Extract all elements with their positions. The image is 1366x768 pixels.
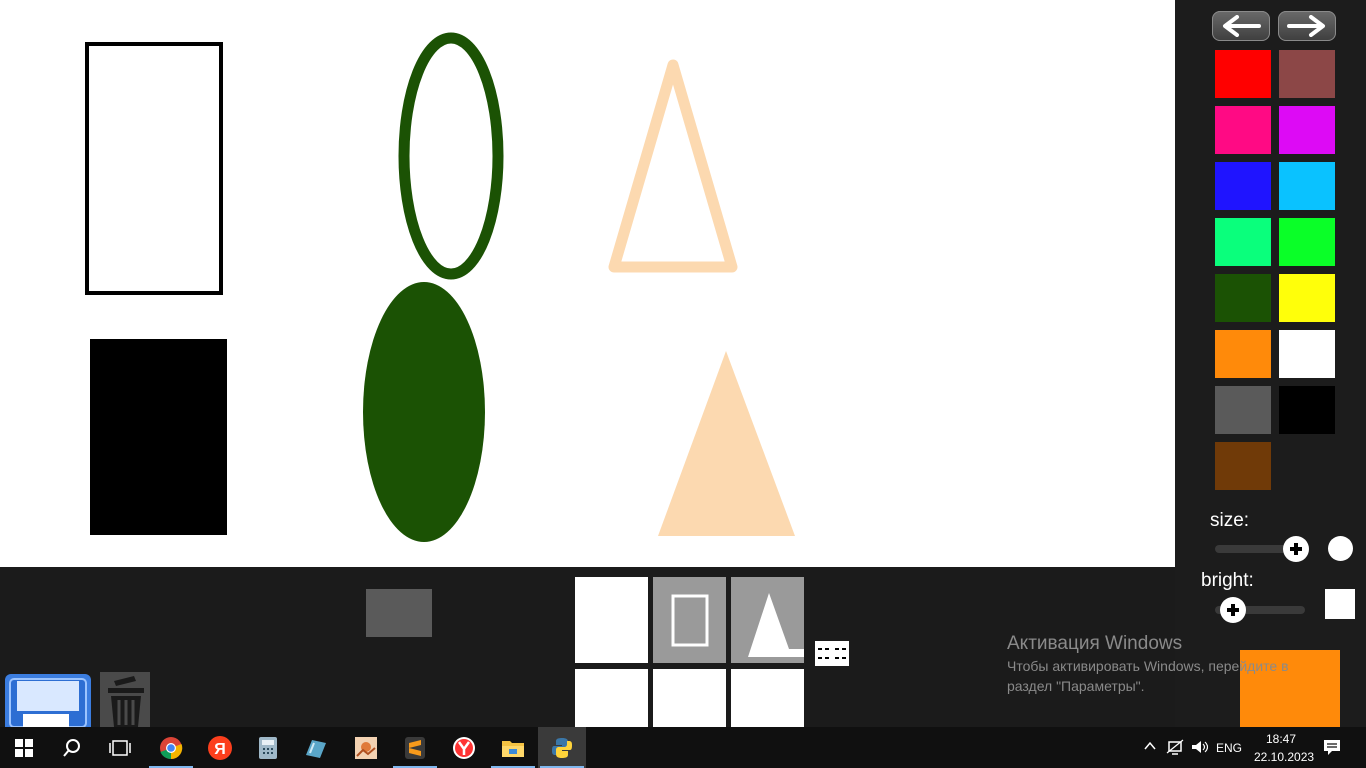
- svg-text:Я: Я: [214, 741, 226, 758]
- rectangle-icon: [671, 594, 709, 647]
- color-swatch[interactable]: [1279, 162, 1335, 210]
- image-viewer-taskbar-button[interactable]: [342, 727, 390, 768]
- tool-triangle[interactable]: [731, 577, 804, 663]
- bright-label: bright:: [1201, 570, 1254, 591]
- activation-line-1: Чтобы активировать Windows, перейдите в: [1007, 658, 1289, 674]
- outlined-rectangle[interactable]: [85, 42, 223, 295]
- activation-line-2: раздел "Параметры".: [1007, 678, 1145, 694]
- bright-preview-square: [1325, 589, 1355, 619]
- language-indicator[interactable]: ENG: [1216, 741, 1242, 755]
- yandex-taskbar-button[interactable]: Я: [196, 727, 244, 768]
- drawing-canvas[interactable]: [0, 0, 1175, 567]
- bright-slider-knob[interactable]: [1220, 597, 1246, 623]
- calculator-icon: [259, 736, 277, 759]
- action-center-icon: [1324, 740, 1340, 755]
- image-viewer-icon: [355, 736, 377, 759]
- network-icon[interactable]: [1166, 739, 1184, 760]
- yandex-browser-icon: [453, 736, 475, 759]
- trash-button[interactable]: [100, 672, 150, 727]
- filled-triangle[interactable]: [658, 351, 795, 536]
- color-swatch[interactable]: [1215, 274, 1271, 322]
- search-button[interactable]: [48, 727, 96, 768]
- clock-time[interactable]: 18:47: [1266, 732, 1296, 746]
- yandex-icon: Я: [208, 735, 232, 760]
- outlined-triangle[interactable]: [608, 59, 738, 273]
- tool-blank-4[interactable]: [731, 669, 804, 727]
- color-swatch[interactable]: [1215, 218, 1271, 266]
- forward-button[interactable]: [1278, 11, 1336, 41]
- plus-icon: [1290, 543, 1302, 555]
- plus-icon: [1227, 604, 1239, 616]
- back-button[interactable]: [1212, 11, 1270, 41]
- size-slider-knob[interactable]: [1283, 536, 1309, 562]
- floppy-disk-icon: [9, 678, 87, 728]
- windows-start-icon: [15, 738, 33, 757]
- color-swatch[interactable]: [1215, 442, 1271, 490]
- taskbar: Я ENG 18:47 22.10.2023: [0, 727, 1366, 768]
- fill-preview[interactable]: [366, 589, 432, 637]
- triangle-icon: [748, 593, 804, 657]
- python-taskbar-button[interactable]: [538, 727, 586, 768]
- color-panel: size: bright:: [1175, 0, 1366, 727]
- color-swatch[interactable]: [1279, 330, 1335, 378]
- color-swatch[interactable]: [1215, 330, 1271, 378]
- task-view-icon: [109, 739, 131, 756]
- size-preview-dot: [1328, 536, 1353, 561]
- clock-date[interactable]: 22.10.2023: [1254, 750, 1314, 764]
- start-button[interactable]: [0, 727, 48, 768]
- color-swatch[interactable]: [1279, 106, 1335, 154]
- dotted-square-icon[interactable]: [815, 641, 849, 666]
- python-icon: [552, 737, 572, 758]
- activation-title: Активация Windows: [1007, 633, 1183, 654]
- tray-chevron-icon[interactable]: [1143, 739, 1157, 758]
- trash-can-icon: [108, 676, 144, 727]
- calculator-taskbar-button[interactable]: [244, 727, 292, 768]
- yandex-browser-taskbar-button[interactable]: [440, 727, 488, 768]
- sublime-text-icon: [405, 736, 425, 759]
- outlined-ellipse[interactable]: [398, 32, 504, 280]
- file-explorer-taskbar-button[interactable]: [489, 727, 537, 768]
- notes-taskbar-button[interactable]: [292, 727, 340, 768]
- save-button[interactable]: [5, 674, 91, 728]
- sublime-taskbar-button[interactable]: [391, 727, 439, 768]
- color-swatch[interactable]: [1279, 50, 1335, 98]
- tool-blank-2[interactable]: [575, 669, 648, 727]
- color-swatch[interactable]: [1215, 162, 1271, 210]
- notes-icon: [306, 739, 326, 758]
- color-swatch[interactable]: [1279, 386, 1335, 434]
- color-swatch[interactable]: [1215, 386, 1271, 434]
- task-view-button[interactable]: [96, 727, 144, 768]
- color-swatch[interactable]: [1279, 218, 1335, 266]
- chrome-icon: [160, 736, 183, 759]
- tool-bar: [0, 567, 1175, 728]
- search-icon: [63, 738, 80, 757]
- arrow-right-icon: [1287, 15, 1325, 37]
- notifications-button[interactable]: [1323, 739, 1341, 761]
- tool-blank-1[interactable]: [575, 577, 648, 663]
- chrome-taskbar-button[interactable]: [147, 727, 195, 768]
- filled-rectangle[interactable]: [90, 339, 227, 535]
- file-explorer-icon: [502, 740, 524, 757]
- color-swatch[interactable]: [1215, 106, 1271, 154]
- color-swatch[interactable]: [1279, 274, 1335, 322]
- canvas-shapes: [85, 32, 795, 542]
- color-swatch[interactable]: [1215, 50, 1271, 98]
- arrow-left-icon: [1223, 15, 1261, 37]
- size-label: size:: [1210, 510, 1250, 531]
- tool-blank-3[interactable]: [653, 669, 726, 727]
- dots-icon: [818, 648, 846, 659]
- filled-ellipse[interactable]: [363, 282, 485, 542]
- volume-icon[interactable]: [1190, 739, 1209, 760]
- tool-rectangle[interactable]: [653, 577, 726, 663]
